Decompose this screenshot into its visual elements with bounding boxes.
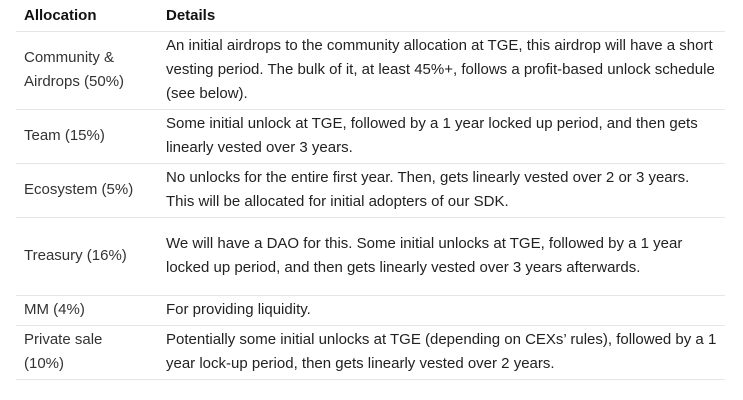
- allocation-cell: Team (15%): [16, 109, 158, 164]
- table-row: Private sale (10%) Potentially some init…: [16, 325, 725, 380]
- header-row: Allocation Details: [16, 0, 725, 32]
- table-row: Community & Airdrops (50%) An initial ai…: [16, 31, 725, 110]
- table-row: Team (15%) Some initial unlock at TGE, f…: [16, 109, 725, 164]
- details-cell: Some initial unlock at TGE, followed by …: [158, 109, 725, 164]
- allocation-cell: Private sale (10%): [16, 325, 158, 380]
- header-allocation: Allocation: [16, 0, 158, 32]
- allocation-cell: Ecosystem (5%): [16, 163, 158, 218]
- allocation-cell: MM (4%): [16, 295, 158, 326]
- table-row: Treasury (16%) We will have a DAO for th…: [16, 217, 725, 296]
- header-details: Details: [158, 0, 725, 32]
- table-row: Ecosystem (5%) No unlocks for the entire…: [16, 163, 725, 218]
- table-body: Community & Airdrops (50%) An initial ai…: [16, 31, 725, 380]
- table-header: Allocation Details: [16, 0, 725, 32]
- details-cell: An initial airdrops to the community all…: [158, 31, 725, 110]
- allocation-cell: Community & Airdrops (50%): [16, 31, 158, 110]
- details-cell: No unlocks for the entire first year. Th…: [158, 163, 725, 218]
- details-cell: Potentially some initial unlocks at TGE …: [158, 325, 725, 380]
- allocation-table: Allocation Details Community & Airdrops …: [16, 0, 725, 380]
- allocation-cell: Treasury (16%): [16, 217, 158, 296]
- table-row: MM (4%) For providing liquidity.: [16, 295, 725, 326]
- details-cell: For providing liquidity.: [158, 295, 725, 326]
- details-cell: We will have a DAO for this. Some initia…: [158, 217, 725, 296]
